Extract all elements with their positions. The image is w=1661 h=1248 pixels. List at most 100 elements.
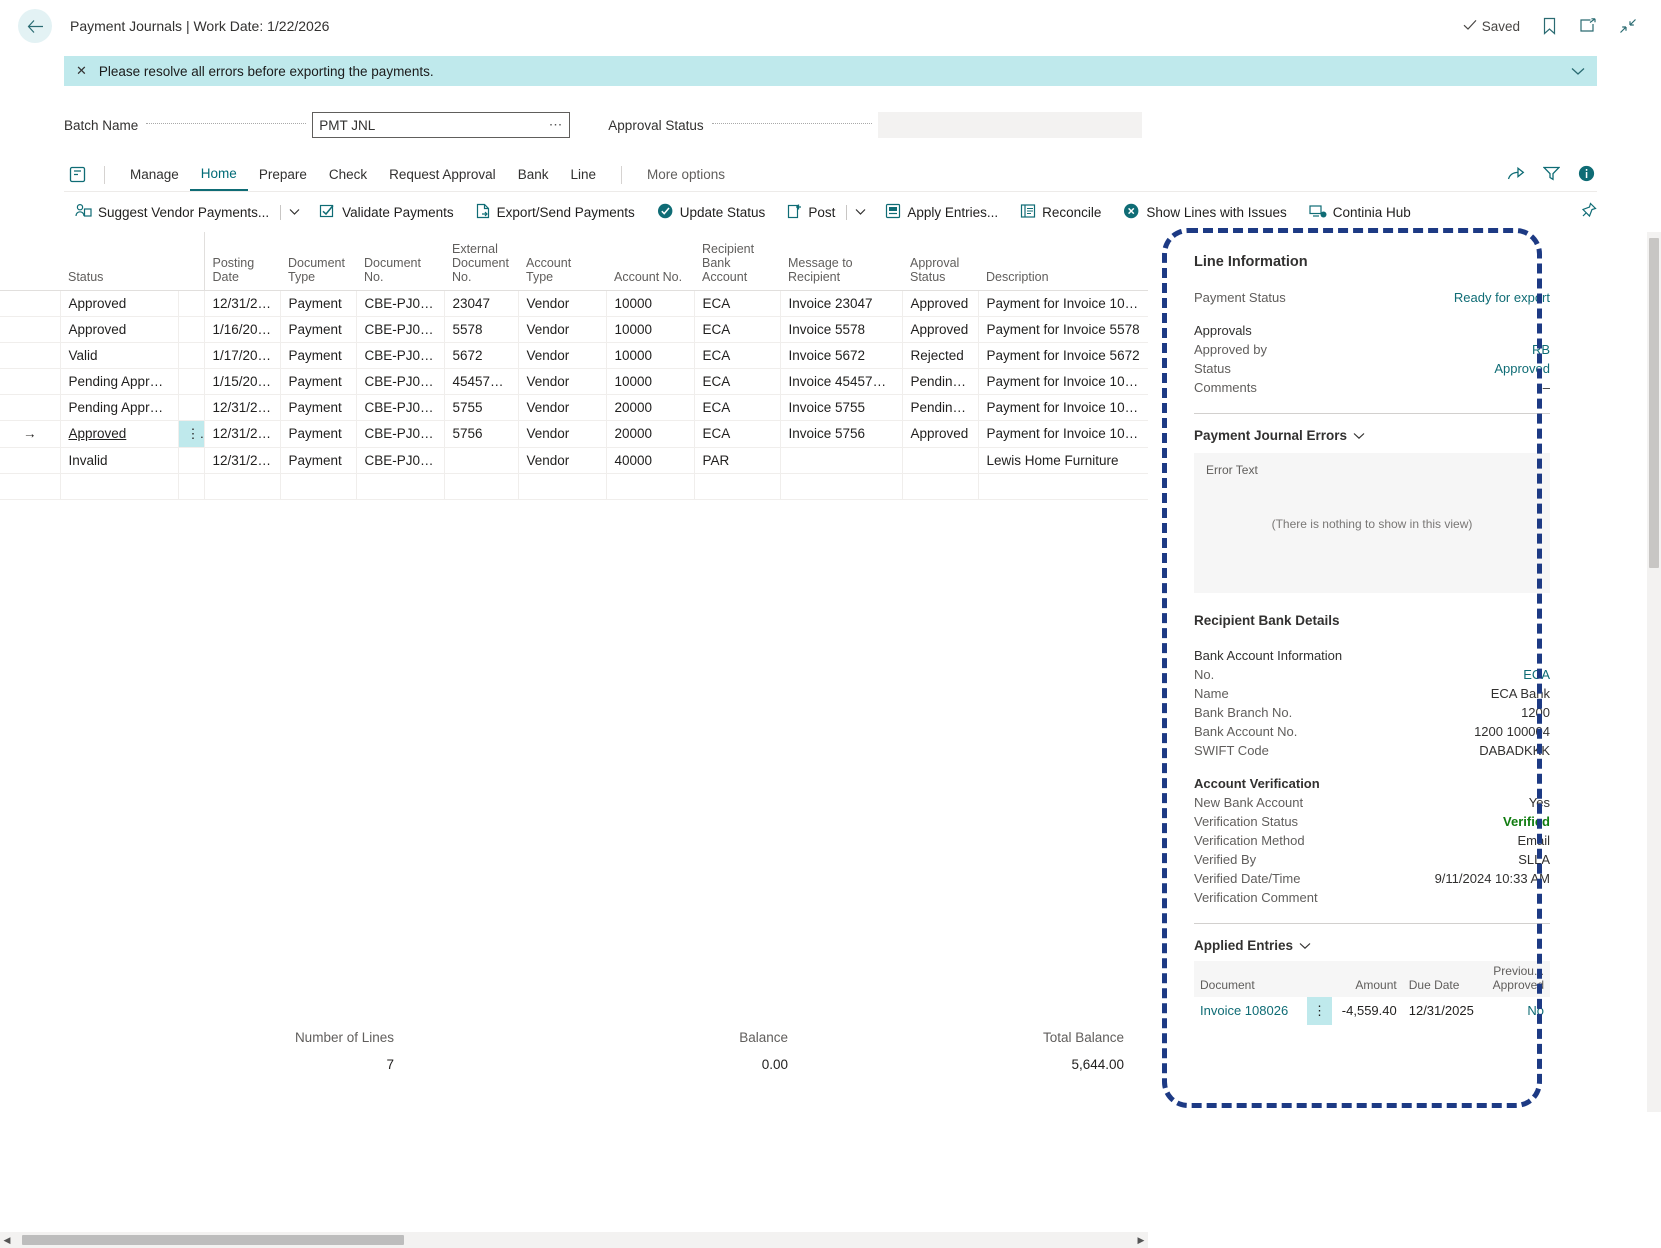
cell-posting-date[interactable]: 1/17/2026 <box>203 342 281 369</box>
cell-empty[interactable] <box>978 473 1148 500</box>
cell-document-no[interactable]: CBE-PJ00000... <box>356 420 445 448</box>
share-icon[interactable] <box>1579 18 1597 34</box>
cell-approval-status[interactable]: Pending A... <box>902 394 979 421</box>
cell-posting-date[interactable]: 12/31/2025 <box>203 290 281 317</box>
bookmark-icon[interactable] <box>1542 17 1557 35</box>
more-options-button[interactable]: More options <box>636 159 736 191</box>
applied-entries-header[interactable]: Applied Entries <box>1194 938 1550 953</box>
cell-account-type[interactable]: Vendor <box>518 368 607 395</box>
cell-description[interactable]: Lewis Home Furniture <box>978 447 1148 474</box>
cell-description[interactable]: Payment for Invoice 108027 <box>978 290 1148 317</box>
reconcile-button[interactable]: Reconcile <box>1009 197 1112 227</box>
cell-external-document-no[interactable]: 5756 <box>444 420 519 448</box>
ae-col-previously-approved[interactable]: Previou... Approved <box>1483 961 1550 997</box>
close-icon[interactable]: ✕ <box>76 63 87 79</box>
cell-empty[interactable] <box>518 473 607 500</box>
cell-account-type[interactable]: Vendor <box>518 342 607 369</box>
cell-approval-status[interactable]: Rejected <box>902 342 979 369</box>
cell-document-type[interactable]: Payment <box>280 342 357 369</box>
applied-entries-row[interactable]: Invoice 108026 ⋮ -4,559.40 12/31/2025 No <box>1194 996 1550 1025</box>
col-status[interactable]: Status <box>60 232 178 291</box>
cell-message-to-recipient[interactable]: Invoice 5578 <box>780 316 903 343</box>
cell-status[interactable]: Valid <box>60 342 179 369</box>
cell-account-type[interactable]: Vendor <box>518 447 607 474</box>
approval-status-input[interactable] <box>877 112 1142 138</box>
info-icon[interactable] <box>1578 165 1595 185</box>
tab-home[interactable]: Home <box>189 159 248 191</box>
cell-account-no[interactable]: 20000 <box>606 394 695 421</box>
cell-account-type[interactable]: Vendor <box>518 394 607 421</box>
cell-empty[interactable] <box>280 473 357 500</box>
col-account-no[interactable]: Account No. <box>606 232 694 291</box>
cell-recipient-bank-account[interactable]: ECA <box>694 420 781 448</box>
collapse-icon[interactable] <box>1619 18 1637 34</box>
cell-empty[interactable] <box>694 473 781 500</box>
cell-status[interactable]: Approved <box>60 420 179 448</box>
cell-status[interactable]: Pending Approval <box>60 368 179 395</box>
ae-cell-document[interactable]: Invoice 108026 <box>1194 997 1307 1025</box>
cell-external-document-no[interactable]: 45457788 <box>444 368 519 395</box>
row-indicator[interactable] <box>0 368 61 395</box>
batch-name-input[interactable]: PMT JNL ⋯ <box>312 112 571 138</box>
cell-recipient-bank-account[interactable]: ECA <box>694 342 781 369</box>
cell-message-to-recipient[interactable] <box>780 447 903 474</box>
table-row[interactable]: Approved 1/16/2026PaymentCBE-PJ00000...55… <box>0 316 1148 343</box>
back-button[interactable] <box>18 9 52 43</box>
cell-account-type[interactable]: Vendor <box>518 316 607 343</box>
page-icon[interactable] <box>64 166 90 183</box>
ae-col-due-date[interactable]: Due Date <box>1402 961 1484 997</box>
cell-recipient-bank-account[interactable]: ECA <box>694 290 781 317</box>
lookup-icon[interactable]: ⋯ <box>549 117 564 133</box>
apply-entries-button[interactable]: Apply Entries... <box>874 197 1009 227</box>
cell-account-no[interactable]: 10000 <box>606 368 695 395</box>
col-document-type[interactable]: Document Type <box>280 232 356 291</box>
cell-posting-date[interactable]: 12/31/2025 <box>203 447 281 474</box>
cell-account-no[interactable]: 10000 <box>606 316 695 343</box>
cell-document-no[interactable]: CBE-PJ00000... <box>356 394 445 421</box>
cell-external-document-no[interactable]: 5755 <box>444 394 519 421</box>
cell-description[interactable]: Payment for Invoice 108037 <box>978 368 1148 395</box>
cell-document-no[interactable]: CBE-PJ00000... <box>356 447 445 474</box>
cell-recipient-bank-account[interactable]: PAR <box>694 447 781 474</box>
cell-empty[interactable] <box>0 473 61 500</box>
cell-external-document-no[interactable]: 23047 <box>444 290 519 317</box>
cell-recipient-bank-account[interactable]: ECA <box>694 368 781 395</box>
ae-row-options-icon[interactable]: ⋮ <box>1306 996 1333 1025</box>
chevron-down-icon[interactable] <box>1571 64 1585 79</box>
cell-empty[interactable] <box>60 473 179 500</box>
cell-account-no[interactable]: 40000 <box>606 447 695 474</box>
table-row[interactable]: Approved 12/31/2025PaymentCBE-PJ00000...2… <box>0 290 1148 317</box>
cell-empty[interactable] <box>444 473 519 500</box>
bank-no-value[interactable]: ECA <box>1523 667 1550 682</box>
payment-status-value[interactable]: Ready for export <box>1454 290 1550 305</box>
cell-description[interactable]: Payment for Invoice 108025 <box>978 394 1148 421</box>
cell-external-document-no[interactable]: 5578 <box>444 316 519 343</box>
ae-cell-due-date[interactable]: 12/31/2025 <box>1403 997 1484 1025</box>
cell-description[interactable]: Payment for Invoice 108026 <box>978 420 1148 448</box>
cell-message-to-recipient[interactable]: Invoice 45457788 <box>780 368 903 395</box>
cell-external-document-no[interactable]: 5672 <box>444 342 519 369</box>
tab-check[interactable]: Check <box>318 159 378 191</box>
cell-document-type[interactable]: Payment <box>280 316 357 343</box>
cell-message-to-recipient[interactable]: Invoice 5672 <box>780 342 903 369</box>
show-lines-with-issues-button[interactable]: Show Lines with Issues <box>1112 197 1297 227</box>
cell-account-no[interactable]: 20000 <box>606 420 695 448</box>
cell-external-document-no[interactable] <box>444 447 519 474</box>
cell-approval-status[interactable]: Pending A... <box>902 368 979 395</box>
share-out-icon[interactable] <box>1507 166 1525 184</box>
cell-posting-date[interactable]: 12/31/2025 <box>203 420 281 448</box>
cell-document-type[interactable]: Payment <box>280 368 357 395</box>
cell-empty[interactable] <box>780 473 903 500</box>
row-indicator[interactable] <box>0 290 61 317</box>
filter-icon[interactable] <box>1542 166 1561 184</box>
ae-cell-previously-approved[interactable]: No <box>1483 997 1550 1025</box>
table-row[interactable]: Valid 1/17/2026PaymentCBE-PJ00000...5672V… <box>0 342 1148 369</box>
ae-col-document[interactable]: Document <box>1194 961 1307 997</box>
export-send-payments-button[interactable]: Export/Send Payments <box>465 197 646 227</box>
vertical-scrollbar[interactable] <box>1647 232 1661 1112</box>
cell-message-to-recipient[interactable]: Invoice 5756 <box>780 420 903 448</box>
cell-approval-status[interactable]: Approved <box>902 290 979 317</box>
pin-icon[interactable] <box>1579 201 1597 223</box>
cell-empty[interactable] <box>203 473 281 500</box>
cell-status[interactable]: Pending Approval <box>60 394 179 421</box>
